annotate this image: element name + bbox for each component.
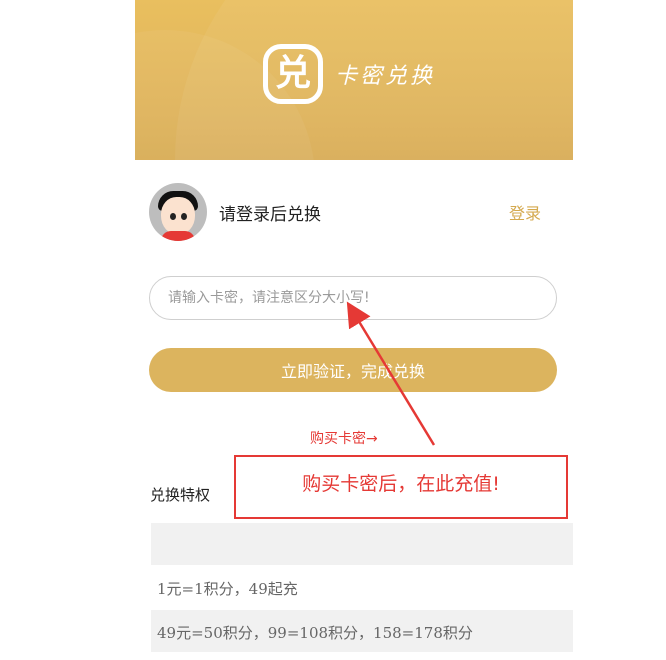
card-key-input[interactable] (149, 276, 557, 320)
privilege-row: 1元=1积分，49起充 (157, 580, 298, 598)
page-title: 卡密兑换 (335, 64, 436, 89)
privilege-row (151, 523, 573, 565)
redeem-logo-icon: 兑 (263, 44, 323, 104)
user-row: 请登录后兑换 登录 (149, 182, 563, 242)
avatar (149, 183, 207, 241)
annotation-box: 购买卡密后，在此充值! (234, 455, 568, 519)
header-banner: 兑 卡密兑换 (135, 0, 573, 160)
login-link[interactable]: 登录 (509, 200, 541, 224)
login-prompt: 请登录后兑换 (219, 204, 321, 225)
redeem-button[interactable]: 立即验证，完成兑换 (149, 348, 557, 392)
page: 兑 卡密兑换 请登录后兑换 登录 立即验证，完成兑换 购买卡密→ 兑换特权 1元… (135, 0, 573, 660)
privilege-row: 49元=50积分，99=108积分，158=178积分 (157, 624, 473, 642)
annotation-text: 购买卡密后，在此充值! (302, 473, 500, 495)
brand: 兑 卡密兑换 (263, 44, 435, 104)
buy-card-key-link[interactable]: 购买卡密→ (310, 428, 378, 448)
privileges-title: 兑换特权 (150, 486, 211, 504)
